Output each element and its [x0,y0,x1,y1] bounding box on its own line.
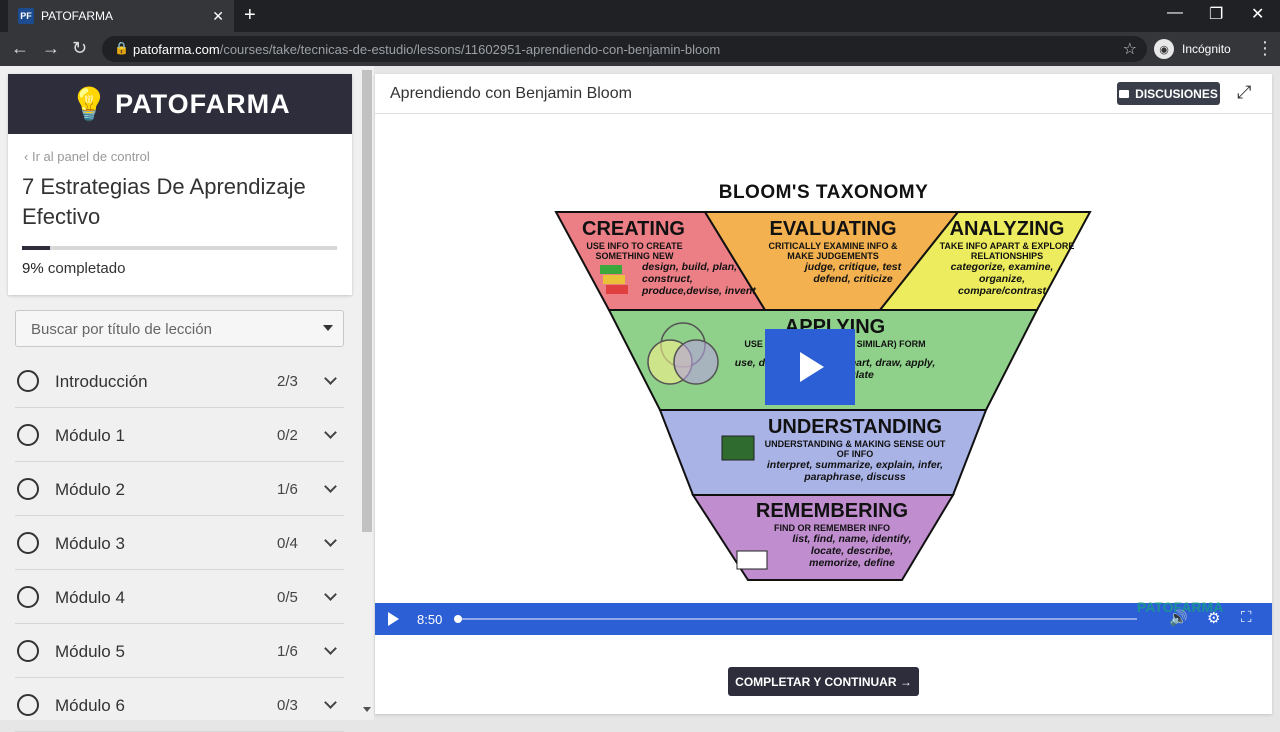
lesson-title: Aprendiendo con Benjamin Bloom [390,85,632,102]
chat-icon [1119,89,1130,98]
module-row[interactable]: Módulo 5 1/6 [15,624,344,678]
volume-icon[interactable]: 🔊 [1169,609,1188,627]
minimize-icon[interactable]: — [1167,4,1183,22]
module-name: Módulo 3 [55,534,125,553]
discussions-label: DISCUSIONES [1135,86,1218,101]
progress-circle-icon [17,370,39,392]
module-row[interactable]: Módulo 2 1/6 [15,462,344,516]
progress-circle-icon [17,532,39,554]
caret-down-icon [323,325,333,331]
progress-circle-icon [17,640,39,662]
scrollbar-thumb[interactable] [362,70,372,532]
module-name: Módulo 5 [55,642,125,661]
restore-icon[interactable]: ❐ [1209,4,1223,24]
creating-tier: CREATING USE INFO TO CREATE SOMETHING NE… [582,218,756,297]
browser-menu-icon[interactable]: ⋮ [1256,38,1274,59]
chevron-down-icon[interactable] [324,534,337,547]
progress-text: 9% completado [22,260,126,277]
url-field[interactable]: 🔒 patofarma.com/courses/take/tecnicas-de… [102,36,1147,62]
chevron-down-icon[interactable] [324,426,337,439]
scroll-down-arrow-icon[interactable] [363,707,371,712]
module-count: 2/3 [277,373,298,390]
forward-arrow-icon[interactable]: → [42,38,60,59]
tab-title: PATOFARMA [41,9,114,23]
lock-icon: 🔒 [114,41,129,55]
bookmark-star-icon[interactable]: ☆ [1123,39,1137,59]
browser-tab[interactable]: PF PATOFARMA ✕ [8,0,234,32]
lightbulb-book-icon: 💡 [69,86,110,122]
complete-and-continue-button[interactable]: COMPLETAR Y CONTINUAR → [728,667,919,696]
module-count: 0/2 [277,427,298,444]
module-row[interactable]: Módulo 4 0/5 [15,570,344,624]
incognito-icon: ◉ [1154,39,1174,59]
page: 💡 PATOFARMA ‹ Ir al panel de control 7 E… [0,66,1280,732]
sidebar-scrollbar[interactable] [360,66,374,720]
module-count: 1/6 [277,481,298,498]
progress-circle-icon [17,478,39,500]
search-placeholder: Buscar por título de lección [31,321,212,338]
lesson-content: Aprendiendo con Benjamin Bloom DISCUSION… [375,74,1272,714]
progress-circle-icon [17,694,39,716]
lesson-header: Aprendiendo con Benjamin Bloom DISCUSION… [375,74,1272,114]
reload-icon[interactable]: ↻ [72,38,87,59]
evaluating-tier: EVALUATING CRITICALLY EXAMINE INFO & MAK… [768,218,902,285]
video-progress-track[interactable] [457,618,1137,620]
browser-tab-bar: PF PATOFARMA ✕ + — ❐ ✕ [0,0,1280,32]
module-count: 0/4 [277,535,298,552]
new-tab-icon[interactable]: + [244,4,256,27]
module-name: Módulo 6 [55,696,125,715]
close-window-icon[interactable]: ✕ [1251,4,1264,24]
module-count: 1/6 [277,643,298,660]
chevron-down-icon[interactable] [324,480,337,493]
chevron-down-icon[interactable] [324,588,337,601]
analyzing-tier: ANALYZING TAKE INFO APART & EXPLORE RELA… [939,218,1075,297]
course-card: 💡 PATOFARMA ‹ Ir al panel de control 7 E… [8,74,352,295]
lesson-search-select[interactable]: Buscar por título de lección [15,310,344,347]
course-sidebar: 💡 PATOFARMA ‹ Ir al panel de control 7 E… [0,66,374,732]
module-name: Introducción [55,372,148,391]
module-count: 0/3 [277,697,298,714]
fullscreen-icon[interactable]: ⛶ [1241,609,1252,626]
brand-name: PATOFARMA [115,88,291,119]
url-text: patofarma.com/courses/take/tecnicas-de-e… [133,42,721,57]
incognito-label: Incógnito [1182,42,1231,56]
settings-gear-icon[interactable]: ⚙ [1207,609,1220,627]
understanding-tier: UNDERSTANDING UNDERSTANDING & MAKING SEN… [764,416,946,483]
favicon-icon: PF [18,8,34,24]
address-bar: ← → ↻ 🔒 patofarma.com/courses/take/tecni… [0,32,1280,66]
progress-circle-icon [17,424,39,446]
close-tab-icon[interactable]: ✕ [212,8,224,25]
chevron-down-icon[interactable] [324,642,337,655]
incognito-badge[interactable]: ◉ Incógnito [1154,37,1242,61]
module-name: Módulo 2 [55,480,125,499]
progress-fill [22,246,51,250]
module-row[interactable]: Módulo 3 0/4 [15,516,344,570]
module-row[interactable]: Introducción 2/3 [15,354,344,408]
fullscreen-expand-icon[interactable]: ⤢ [1237,82,1251,103]
module-list: Introducción 2/3 Módulo 1 0/2 Módulo 2 1/6 Mód… [15,354,344,732]
video-time: 8:50 [417,612,443,627]
module-count: 0/5 [277,589,298,606]
discussions-button[interactable]: DISCUSIONES [1117,82,1220,105]
remembering-tier: REMEMBERING FIND OR REMEMBER INFO list, … [755,500,912,569]
back-arrow-icon[interactable]: ← [11,38,29,59]
brand-logo[interactable]: 💡 PATOFARMA [8,74,352,134]
back-to-dashboard-link[interactable]: ‹ Ir al panel de control [24,149,150,164]
video-controls: 8:50 PATOFARMA 🔊 ⚙ ⛶ [375,599,1272,635]
video-player[interactable]: BLOOM'S TAXONOMY CREATING USE INFO TO CR… [375,115,1272,635]
video-progress-knob[interactable] [454,615,462,623]
module-name: Módulo 4 [55,588,125,607]
big-play-button[interactable] [765,329,855,405]
chevron-down-icon[interactable] [324,372,337,385]
progress-bar [22,246,337,250]
play-icon[interactable] [388,612,399,626]
module-name: Módulo 1 [55,426,125,445]
module-row[interactable]: Módulo 6 0/3 [15,678,344,732]
module-row[interactable]: Módulo 1 0/2 [15,408,344,462]
chevron-down-icon[interactable] [324,696,337,709]
progress-circle-icon [17,586,39,608]
course-title: 7 Estrategias De Aprendizaje Efectivo [22,174,306,229]
